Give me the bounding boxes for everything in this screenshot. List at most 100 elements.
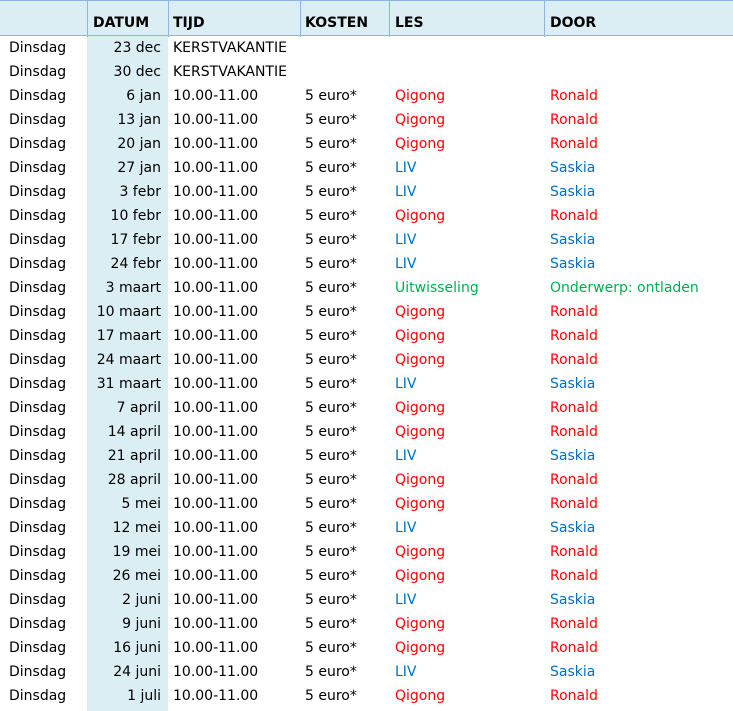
table-row: Dinsdag 27 jan 10.00-11.00 5 euro* LIV Saskia xyxy=(0,156,733,180)
cost-cell: 5 euro* xyxy=(305,472,357,488)
cost-cell: 5 euro* xyxy=(305,544,357,560)
header-divider xyxy=(168,1,169,37)
day-cell: Dinsdag xyxy=(9,472,67,488)
time-cell: 10.00-11.00 xyxy=(173,592,259,608)
table-row: Dinsdag 2 juni 10.00-11.00 5 euro* LIV Saskia xyxy=(0,588,733,612)
date-cell: 7 april xyxy=(116,400,161,416)
day-cell: Dinsdag xyxy=(9,184,67,200)
les-cell: Qigong xyxy=(395,208,446,224)
door-cell: Saskia xyxy=(550,664,596,680)
header-tijd: TIJD xyxy=(173,15,205,31)
day-cell: Dinsdag xyxy=(9,592,67,608)
door-cell: Onderwerp: ontladen xyxy=(550,280,699,296)
les-cell: Qigong xyxy=(395,688,446,704)
day-cell: Dinsdag xyxy=(9,40,67,56)
day-cell: Dinsdag xyxy=(9,544,67,560)
door-cell: Ronald xyxy=(550,688,598,704)
day-cell: Dinsdag xyxy=(9,496,67,512)
door-cell: Ronald xyxy=(550,424,598,440)
cost-cell: 5 euro* xyxy=(305,448,357,464)
day-cell: Dinsdag xyxy=(9,112,67,128)
les-cell: Qigong xyxy=(395,328,446,344)
door-cell: Saskia xyxy=(550,592,596,608)
door-cell: Ronald xyxy=(550,568,598,584)
day-cell: Dinsdag xyxy=(9,88,67,104)
les-cell: Qigong xyxy=(395,400,446,416)
les-cell: Qigong xyxy=(395,112,446,128)
date-cell: 24 febr xyxy=(110,256,161,272)
les-cell: LIV xyxy=(395,664,417,680)
header-divider xyxy=(544,1,545,37)
header-door: DOOR xyxy=(550,15,597,31)
header-kosten: KOSTEN xyxy=(305,15,369,31)
day-cell: Dinsdag xyxy=(9,664,67,680)
date-cell: 16 juni xyxy=(113,640,161,656)
date-cell: 24 juni xyxy=(113,664,161,680)
time-cell: 10.00-11.00 xyxy=(173,520,259,536)
table-row: Dinsdag 23 dec KERSTVAKANTIE xyxy=(0,36,733,60)
table-header: DATUM TIJD KOSTEN LES DOOR xyxy=(0,0,733,37)
day-cell: Dinsdag xyxy=(9,256,67,272)
table-row: Dinsdag 12 mei 10.00-11.00 5 euro* LIV Saskia xyxy=(0,516,733,540)
cost-cell: 5 euro* xyxy=(305,520,357,536)
time-cell: 10.00-11.00 xyxy=(173,184,259,200)
cost-cell: 5 euro* xyxy=(305,616,357,632)
cost-cell: 5 euro* xyxy=(305,400,357,416)
door-cell: Ronald xyxy=(550,304,598,320)
time-cell: 10.00-11.00 xyxy=(173,160,259,176)
door-cell: Ronald xyxy=(550,136,598,152)
table-row: Dinsdag 7 april 10.00-11.00 5 euro* Qigong Ro… xyxy=(0,396,733,420)
les-cell: Qigong xyxy=(395,496,446,512)
table-row: Dinsdag 17 febr 10.00-11.00 5 euro* LIV Saski… xyxy=(0,228,733,252)
day-cell: Dinsdag xyxy=(9,424,67,440)
time-cell: 10.00-11.00 xyxy=(173,256,259,272)
cost-cell: 5 euro* xyxy=(305,352,357,368)
cost-cell: 5 euro* xyxy=(305,688,357,704)
les-cell: LIV xyxy=(395,256,417,272)
time-cell: 10.00-11.00 xyxy=(173,664,259,680)
date-cell: 21 april xyxy=(107,448,161,464)
table-row: Dinsdag 1 juli 10.00-11.00 5 euro* Qigong Ron… xyxy=(0,684,733,708)
day-cell: Dinsdag xyxy=(9,448,67,464)
date-cell: 2 juni xyxy=(122,592,161,608)
header-divider xyxy=(300,1,301,37)
day-cell: Dinsdag xyxy=(9,304,67,320)
table-row: Dinsdag 3 febr 10.00-11.00 5 euro* LIV Saskia xyxy=(0,180,733,204)
day-cell: Dinsdag xyxy=(9,208,67,224)
time-cell: 10.00-11.00 xyxy=(173,376,259,392)
time-cell: KERSTVAKANTIE xyxy=(173,64,287,80)
cost-cell: 5 euro* xyxy=(305,496,357,512)
time-cell: 10.00-11.00 xyxy=(173,448,259,464)
door-cell: Ronald xyxy=(550,496,598,512)
table-row: Dinsdag 28 april 10.00-11.00 5 euro* Qigong R… xyxy=(0,468,733,492)
les-cell: LIV xyxy=(395,376,417,392)
table-row: Dinsdag 6 jan 10.00-11.00 5 euro* Qigong Rona… xyxy=(0,84,733,108)
table-row: Dinsdag 26 mei 10.00-11.00 5 euro* Qigong Ron… xyxy=(0,564,733,588)
les-cell: Qigong xyxy=(395,544,446,560)
cost-cell: 5 euro* xyxy=(305,256,357,272)
les-cell: Qigong xyxy=(395,304,446,320)
day-cell: Dinsdag xyxy=(9,352,67,368)
door-cell: Saskia xyxy=(550,256,596,272)
date-cell: 24 maart xyxy=(96,352,161,368)
day-cell: Dinsdag xyxy=(9,136,67,152)
door-cell: Saskia xyxy=(550,160,596,176)
day-cell: Dinsdag xyxy=(9,328,67,344)
door-cell: Ronald xyxy=(550,544,598,560)
date-cell: 10 febr xyxy=(110,208,161,224)
table-row: Dinsdag 13 jan 10.00-11.00 5 euro* Qigong Ron… xyxy=(0,108,733,132)
les-cell: Qigong xyxy=(395,88,446,104)
day-cell: Dinsdag xyxy=(9,520,67,536)
cost-cell: 5 euro* xyxy=(305,304,357,320)
day-cell: Dinsdag xyxy=(9,232,67,248)
date-cell: 1 juli xyxy=(127,688,161,704)
header-les: LES xyxy=(395,15,424,31)
date-cell: 20 jan xyxy=(117,136,161,152)
door-cell: Ronald xyxy=(550,352,598,368)
door-cell: Saskia xyxy=(550,376,596,392)
table-row: Dinsdag 21 april 10.00-11.00 5 euro* LIV Sask… xyxy=(0,444,733,468)
day-cell: Dinsdag xyxy=(9,64,67,80)
day-cell: Dinsdag xyxy=(9,160,67,176)
time-cell: 10.00-11.00 xyxy=(173,352,259,368)
table-row: Dinsdag 24 febr 10.00-11.00 5 euro* LIV Saski… xyxy=(0,252,733,276)
